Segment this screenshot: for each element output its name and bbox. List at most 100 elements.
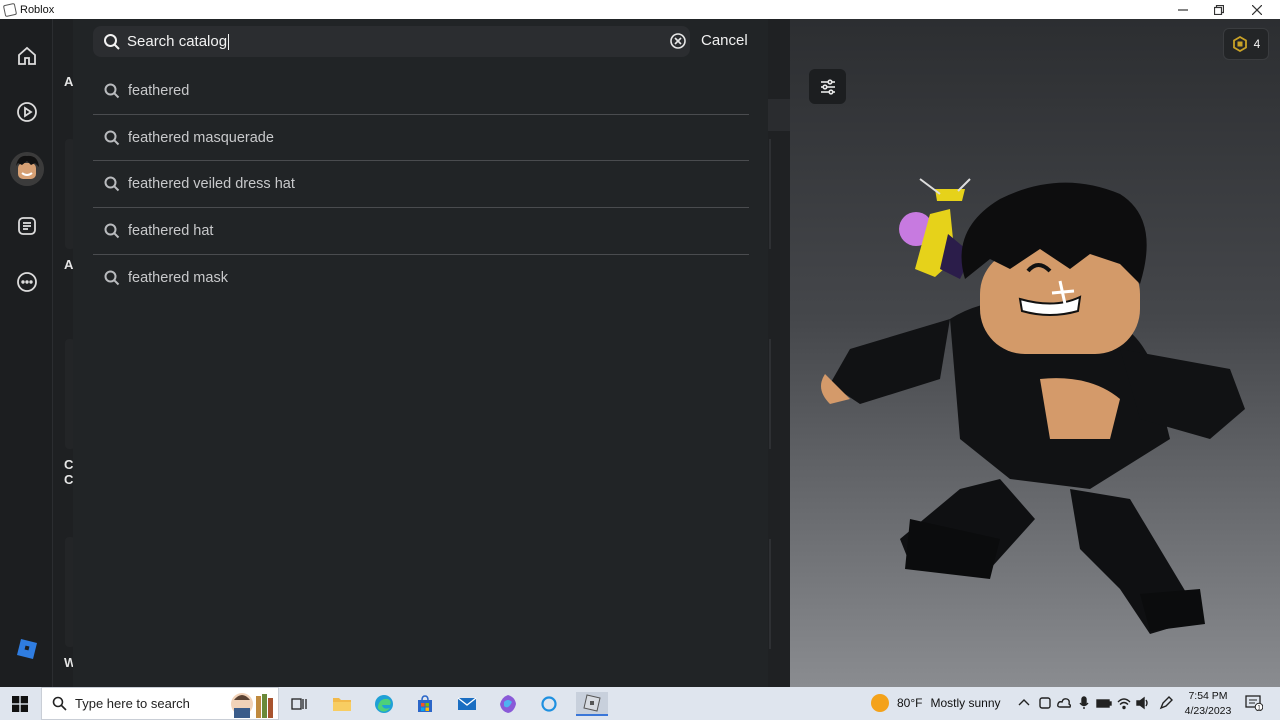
edge-browser-button[interactable] (372, 692, 396, 716)
cortana-button[interactable] (537, 692, 561, 716)
sun-icon (871, 694, 889, 712)
roblox-app-icon (2, 2, 18, 17)
search-input[interactable]: Search catalog (93, 26, 690, 57)
tray-icon[interactable] (1158, 695, 1174, 711)
suggestion-label: feathered masquerade (128, 129, 274, 146)
title-bar: Roblox (0, 0, 1280, 19)
suggestion-label: feathered veiled dress hat (128, 176, 295, 193)
show-hidden-icons-button[interactable] (1016, 695, 1032, 711)
weather-temp: 80°F (897, 696, 923, 710)
catalog-fragment: A (64, 257, 73, 272)
catalog-fragment: W (64, 655, 73, 670)
avatar-preview[interactable]: 4 (790, 19, 1280, 687)
text-caret (228, 34, 230, 51)
search-input-text[interactable]: Search catalog (127, 33, 230, 51)
taskbar-search-box[interactable]: Type here to search (41, 687, 279, 720)
catalog-fragment: C (64, 457, 73, 472)
avatar-head (961, 182, 1147, 354)
weather-condition: Mostly sunny (930, 696, 1001, 710)
chat-icon (18, 217, 36, 235)
suggestion-label: feathered hat (128, 222, 214, 239)
restore-icon (1214, 4, 1224, 15)
nav-home-button[interactable] (12, 41, 42, 71)
search-overlay: Search catalog Cancel feathered feathere… (73, 19, 770, 687)
catalog-background: A A C C W (53, 19, 73, 687)
clear-icon (670, 33, 686, 49)
roblox-logo-icon[interactable] (17, 639, 37, 659)
file-explorer-button[interactable] (330, 692, 354, 716)
home-icon (18, 46, 36, 65)
cortana-icon (541, 696, 557, 712)
catalog-tile (65, 339, 73, 449)
search-icon (104, 176, 120, 192)
catalog-fragment: C (64, 472, 73, 487)
nav-chat-button[interactable] (12, 211, 42, 241)
windows-start-icon[interactable] (12, 696, 28, 712)
suggestion-item[interactable]: feathered mask (93, 255, 749, 302)
clock-date: 4/23/2023 (1184, 705, 1232, 717)
search-icon (104, 223, 120, 239)
file-explorer-icon (333, 698, 351, 711)
tray-icon[interactable] (1076, 695, 1092, 711)
minimize-button[interactable] (1164, 0, 1202, 19)
tray-icon[interactable] (1116, 695, 1132, 711)
floating-accessory (899, 178, 972, 279)
nav-avatar-button[interactable] (10, 152, 44, 186)
scrollbar-track (769, 139, 771, 249)
tray-icon[interactable] (1135, 695, 1151, 711)
store-icon (418, 695, 432, 712)
suggestion-list: feathered feathered masquerade feathered… (93, 68, 749, 301)
mail-icon (457, 697, 477, 710)
clock-time: 7:54 PM (1188, 690, 1228, 702)
nav-discover-button[interactable] (12, 97, 42, 127)
cancel-button[interactable]: Cancel (701, 32, 748, 49)
cloud-icon (1057, 698, 1072, 708)
weather-widget[interactable]: 80°F Mostly sunny (871, 694, 1001, 712)
play-icon (17, 102, 37, 122)
roblox-taskbar-button[interactable] (576, 692, 608, 716)
store-button[interactable] (413, 692, 437, 716)
suggestion-item[interactable]: feathered masquerade (93, 115, 749, 162)
suggestion-item[interactable]: feathered (93, 68, 749, 115)
device-icon (1039, 697, 1051, 709)
mail-button[interactable] (455, 692, 479, 716)
search-icon (104, 130, 120, 146)
suggestion-label: feathered (128, 82, 190, 99)
search-icon (103, 33, 121, 51)
speaker-icon (1136, 696, 1148, 710)
tray-icon[interactable] (1037, 695, 1053, 711)
taskbar-search-placeholder: Type here to search (75, 696, 190, 711)
tray-icon[interactable] (1056, 695, 1072, 711)
wifi-icon (1117, 698, 1131, 710)
search-icon (52, 696, 67, 711)
task-view-icon (291, 698, 307, 710)
battery-icon (1096, 699, 1112, 708)
task-view-button[interactable] (287, 692, 311, 716)
nav-more-button[interactable] (12, 267, 42, 297)
catalog-tile (65, 537, 73, 647)
search-highlight-icon (231, 693, 273, 718)
window-title: Roblox (20, 3, 55, 16)
close-window-button[interactable] (1238, 0, 1276, 19)
catalog-header-fragment (768, 99, 790, 131)
catalog-fragment: A (64, 74, 73, 89)
avatar-3d-model (821, 178, 1245, 634)
pen-icon (1159, 696, 1173, 710)
taskbar-clock[interactable]: 7:54 PM 4/23/2023 (1180, 689, 1236, 719)
scrollbar-track (769, 539, 771, 649)
suggestion-item[interactable]: feathered hat (93, 208, 749, 255)
notification-icon[interactable]: 1 (1245, 695, 1263, 711)
tray-icon[interactable] (1096, 695, 1112, 711)
roblox-window: Roblox A A C C W Search catalog Cancel f… (0, 0, 1280, 720)
close-icon (1252, 4, 1262, 15)
clear-search-button[interactable] (669, 32, 687, 50)
edge-icon (375, 695, 393, 713)
suggestion-item[interactable]: feathered veiled dress hat (93, 161, 749, 209)
microphone-icon (1079, 696, 1089, 709)
search-icon (104, 83, 120, 99)
restore-button[interactable] (1200, 0, 1238, 19)
copilot-button[interactable] (496, 692, 520, 716)
windows-taskbar: Type here to search 80°F Mostly sunny 7:… (0, 687, 1280, 720)
roblox-icon (583, 694, 601, 712)
search-icon (104, 270, 120, 286)
